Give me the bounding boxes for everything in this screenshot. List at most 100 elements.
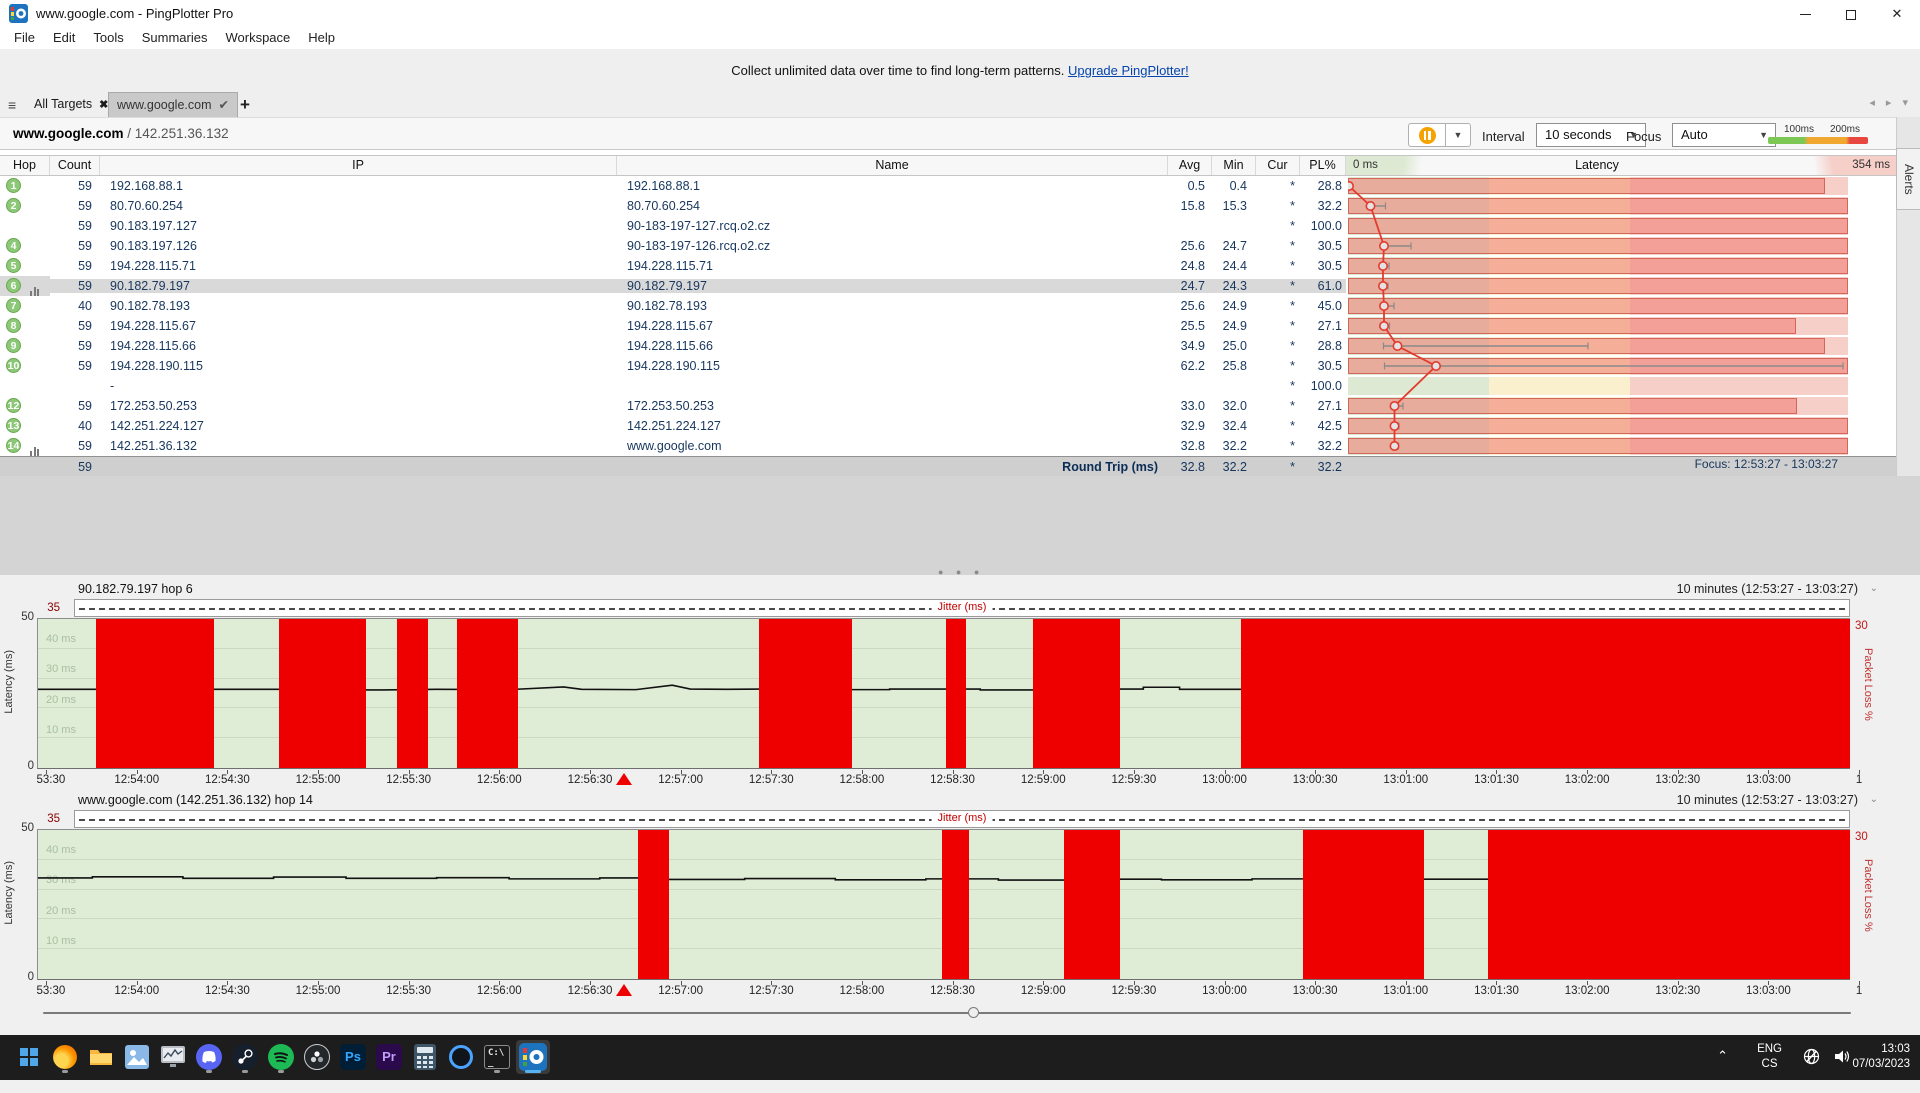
taskbar-steam-icon[interactable]	[228, 1040, 262, 1074]
scrollbar-knob[interactable]	[968, 1007, 979, 1018]
cell-name: 194.228.115.71	[617, 259, 1168, 273]
cell-cur: *	[1256, 259, 1300, 273]
upgrade-banner: Collect unlimited data over time to find…	[0, 49, 1920, 92]
menu-file[interactable]: File	[5, 27, 44, 48]
menu-edit[interactable]: Edit	[44, 27, 84, 48]
taskbar-pingplotter-icon[interactable]	[516, 1040, 550, 1074]
minimize-button[interactable]	[1782, 0, 1828, 27]
pause-button[interactable]	[1408, 123, 1446, 147]
header-min[interactable]: Min	[1212, 156, 1256, 175]
y-axis-label: Latency (ms)	[3, 650, 15, 714]
clock-date[interactable]: 13:0307/03/2023	[1852, 1042, 1910, 1087]
taskbar-spotify-icon[interactable]	[264, 1040, 298, 1074]
maximize-button[interactable]	[1828, 0, 1874, 27]
packet-loss-bar	[457, 619, 519, 769]
language-indicator[interactable]: ENGCS	[1757, 1042, 1782, 1087]
taskbar-firefox-icon[interactable]	[48, 1040, 82, 1074]
scrollbar-track[interactable]	[43, 1012, 1851, 1014]
table-row-hop-12[interactable]: 1259172.253.50.253172.253.50.25333.032.0…	[0, 396, 1896, 416]
packet-loss-bar	[942, 830, 969, 980]
table-row-hop-13[interactable]: 1340142.251.224.127142.251.224.12732.932…	[0, 416, 1896, 436]
table-row-hop-idx3[interactable]: 5990.183.197.12790-183-197-127.rcq.o2.cz…	[0, 216, 1896, 236]
table-row-hop-9[interactable]: 959194.228.115.66194.228.115.6634.925.0*…	[0, 336, 1896, 356]
header-cur[interactable]: Cur	[1256, 156, 1300, 175]
chevron-down-icon[interactable]: ⌄	[1870, 794, 1878, 805]
table-row-hop-14[interactable]: 1459142.251.36.132www.google.com32.832.2…	[0, 436, 1896, 456]
cell-pl: 45.0	[1300, 299, 1346, 313]
taskbar-obs-icon[interactable]	[300, 1040, 334, 1074]
latency-loss-bar	[1348, 218, 1848, 234]
new-tab-button[interactable]: +	[232, 92, 258, 117]
taskbar-monitor-icon[interactable]	[156, 1040, 190, 1074]
menu-tools[interactable]: Tools	[84, 27, 132, 48]
taskbar-start-icon[interactable]	[12, 1040, 46, 1074]
taskbar-photos-icon[interactable]	[120, 1040, 154, 1074]
taskbar-discord-icon[interactable]	[192, 1040, 226, 1074]
cell-avg: 33.0	[1168, 399, 1212, 413]
close-button[interactable]: ✕	[1874, 0, 1920, 27]
y-axis-label: Latency (ms)	[3, 861, 15, 925]
time-tick-label: 13:01:00	[1383, 985, 1428, 997]
cell-count: 40	[50, 419, 100, 433]
volume-icon[interactable]	[1833, 1048, 1850, 1093]
close-tab-icon[interactable]: ✖	[99, 99, 108, 111]
hamburger-icon[interactable]: ≡	[8, 97, 26, 113]
cell-ip: 90.182.78.193	[100, 299, 617, 313]
latency-loss-bar	[1348, 318, 1796, 334]
tab-www-google-com[interactable]: www.google.com✔	[108, 92, 238, 117]
table-row-hop-2[interactable]: 25980.70.60.25480.70.60.25415.815.3*32.2	[0, 196, 1896, 216]
cell-avg: 15.8	[1168, 199, 1212, 213]
taskbar-premiere-icon[interactable]: Pr	[372, 1040, 406, 1074]
table-row-hop-idx11[interactable]: -*100.0	[0, 376, 1896, 396]
taskbar-calculator-icon[interactable]	[408, 1040, 442, 1074]
tray-chevron-icon[interactable]: ⌃	[1717, 1048, 1728, 1093]
graph-plot-area[interactable]: 40 ms30 ms20 ms10 ms	[37, 618, 1850, 769]
cell-name: 80.70.60.254	[617, 199, 1168, 213]
taskbar-explorer-icon[interactable]	[84, 1040, 118, 1074]
interval-label: Interval	[1482, 129, 1525, 144]
table-row-hop-7[interactable]: 74090.182.78.19390.182.78.19325.624.9*45…	[0, 296, 1896, 316]
cell-latency	[1346, 396, 1896, 416]
table-row-hop-10[interactable]: 1059194.228.190.115194.228.190.11562.225…	[0, 356, 1896, 376]
cell-min: 24.4	[1212, 259, 1256, 273]
y-axis-max: 50	[10, 822, 34, 834]
menu-workspace[interactable]: Workspace	[216, 27, 299, 48]
cell-ip: 192.168.88.1	[100, 179, 617, 193]
focus-select[interactable]: Auto▼	[1672, 123, 1776, 147]
cell-avg: 62.2	[1168, 359, 1212, 373]
packet-loss-bar	[759, 619, 851, 769]
table-row-hop-6[interactable]: 65990.182.79.19790.182.79.19724.724.3*61…	[0, 276, 1896, 296]
taskbar-terminal-icon[interactable]: C:\_	[480, 1040, 514, 1074]
menu-help[interactable]: Help	[299, 27, 344, 48]
alerts-tab[interactable]: Alerts	[1896, 148, 1920, 210]
pause-dropdown[interactable]: ▼	[1445, 123, 1471, 147]
cell-hop: 6	[0, 276, 50, 296]
packet-loss-bar	[397, 619, 428, 769]
menu-summaries[interactable]: Summaries	[133, 27, 217, 48]
graph-plot-area[interactable]: 40 ms30 ms20 ms10 ms	[37, 829, 1850, 980]
header-ip[interactable]: IP	[100, 156, 617, 175]
cell-hop: 1	[0, 176, 50, 196]
chevron-down-icon[interactable]: ⌄	[1870, 583, 1878, 594]
upgrade-link[interactable]: Upgrade PingPlotter!	[1068, 63, 1189, 78]
header-count[interactable]: Count	[50, 156, 100, 175]
tab-all-targets[interactable]: All Targets✖	[26, 92, 116, 117]
table-row-hop-5[interactable]: 559194.228.115.71194.228.115.7124.824.4*…	[0, 256, 1896, 276]
network-icon[interactable]	[1803, 1048, 1820, 1093]
header-name[interactable]: Name	[617, 156, 1168, 175]
header-pl[interactable]: PL%	[1300, 156, 1346, 175]
table-row-hop-8[interactable]: 859194.228.115.67194.228.115.6725.524.9*…	[0, 316, 1896, 336]
tab-scroll-arrows[interactable]: ◂ ▸ ▾	[1869, 96, 1912, 109]
header-avg[interactable]: Avg	[1168, 156, 1212, 175]
taskbar-photoshop-icon[interactable]: Ps	[336, 1040, 370, 1074]
taskbar-ring-icon[interactable]	[444, 1040, 478, 1074]
graph-time-range[interactable]: 10 minutes (12:53:27 - 13:03:27)	[1677, 793, 1858, 807]
header-hop[interactable]: Hop	[0, 156, 50, 175]
table-row-hop-4[interactable]: 45990.183.197.12690-183-197-126.rcq.o2.c…	[0, 236, 1896, 256]
time-tick-label: 12:57:00	[658, 774, 703, 786]
cell-avg: 25.5	[1168, 319, 1212, 333]
graph-time-range[interactable]: 10 minutes (12:53:27 - 13:03:27)	[1677, 582, 1858, 596]
table-row-hop-1[interactable]: 159192.168.88.1192.168.88.10.50.4*28.8	[0, 176, 1896, 196]
header-latency[interactable]: 0 ms Latency 354 ms	[1346, 156, 1896, 175]
cell-count: 59	[50, 279, 100, 293]
